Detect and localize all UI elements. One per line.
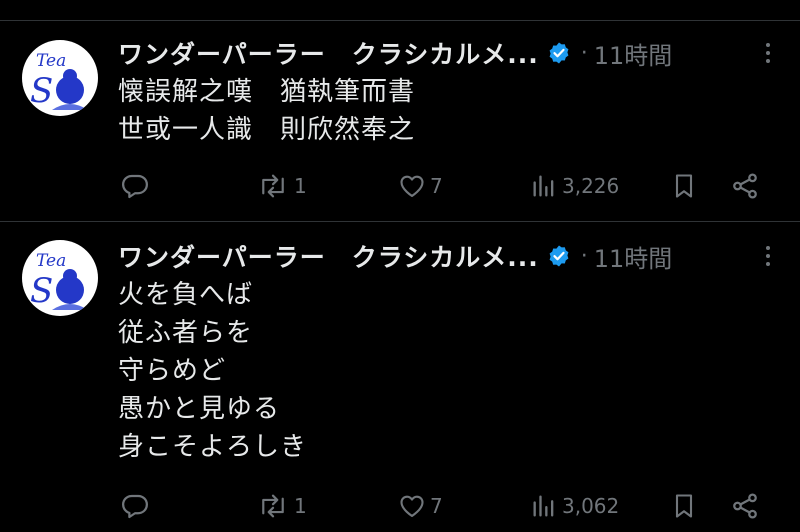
post-text-line: 従ふ者らを <box>118 318 254 348</box>
post-header: ワンダーパーラー クラシカルメ... · 11時間 <box>118 238 780 274</box>
views-button[interactable]: 3,226 <box>530 168 619 204</box>
repost-count: 1 <box>294 174 307 198</box>
svg-text:Tea: Tea <box>36 251 66 271</box>
post-actions: 1 7 3,062 <box>0 488 800 524</box>
avatar[interactable]: Tea S <box>22 40 98 116</box>
repost-count: 1 <box>294 494 307 518</box>
repost-icon <box>262 494 284 518</box>
more-options-icon[interactable] <box>756 244 780 268</box>
svg-text:Tea: Tea <box>36 51 66 71</box>
like-count: 7 <box>430 174 443 198</box>
share-button[interactable] <box>730 488 760 524</box>
heart-icon <box>400 495 424 517</box>
post-time[interactable]: 11時間 <box>594 36 673 71</box>
post-text-line: 愚かと見ゆる <box>118 394 281 424</box>
views-count: 3,062 <box>562 494 620 518</box>
bookmark-icon <box>675 174 693 198</box>
bookmark-button[interactable] <box>670 168 698 204</box>
post-text: 火を負へば 従ふ者らを 守らめど 愚かと見ゆる 身こそよろしき <box>118 276 760 466</box>
reply-icon <box>122 494 148 519</box>
views-count: 3,226 <box>562 174 620 198</box>
post-text-line: 世或一人識 則欣然奉之 <box>118 115 416 145</box>
post-text-line: 懐誤解之嘆 猶執筆而書 <box>118 77 416 107</box>
like-button[interactable]: 7 <box>398 168 443 204</box>
author-name[interactable]: ワンダーパーラー クラシカルメ... <box>118 238 539 274</box>
repost-button[interactable]: 1 <box>256 168 307 204</box>
post-actions: 1 7 3,226 <box>0 168 800 204</box>
post-divider <box>0 221 800 222</box>
reply-button[interactable] <box>120 488 154 524</box>
like-button[interactable]: 7 <box>398 488 443 524</box>
svg-text:S: S <box>30 271 53 311</box>
post-time[interactable]: 11時間 <box>594 239 673 274</box>
share-icon <box>733 493 757 519</box>
avatar[interactable]: Tea S <box>22 240 98 316</box>
views-chart-icon <box>533 175 554 197</box>
views-button[interactable]: 3,062 <box>530 488 619 524</box>
author-name[interactable]: ワンダーパーラー クラシカルメ... <box>118 35 539 71</box>
bookmark-icon <box>675 494 693 518</box>
post-text-line: 守らめど <box>118 356 227 386</box>
reply-button[interactable] <box>120 168 154 204</box>
bookmark-button[interactable] <box>670 488 698 524</box>
share-button[interactable] <box>730 168 760 204</box>
more-options-icon[interactable] <box>756 41 780 65</box>
post-text: 懐誤解之嘆 猶執筆而書 世或一人識 則欣然奉之 <box>118 73 760 149</box>
top-divider <box>0 20 800 21</box>
post-header: ワンダーパーラー クラシカルメ... · 11時間 <box>118 35 780 71</box>
like-count: 7 <box>430 494 443 518</box>
repost-icon <box>262 174 284 198</box>
share-icon <box>733 173 757 199</box>
reply-icon <box>122 174 148 199</box>
heart-icon <box>400 175 424 197</box>
post-text-line: 身こそよろしき <box>118 432 308 462</box>
separator-dot: · <box>580 243 588 269</box>
separator-dot: · <box>580 40 588 66</box>
repost-button[interactable]: 1 <box>256 488 307 524</box>
post-text-line: 火を負へば <box>118 280 254 310</box>
views-chart-icon <box>533 495 554 517</box>
verified-badge-icon[interactable] <box>547 41 571 65</box>
verified-badge-icon[interactable] <box>547 244 571 268</box>
svg-text:S: S <box>30 71 53 111</box>
